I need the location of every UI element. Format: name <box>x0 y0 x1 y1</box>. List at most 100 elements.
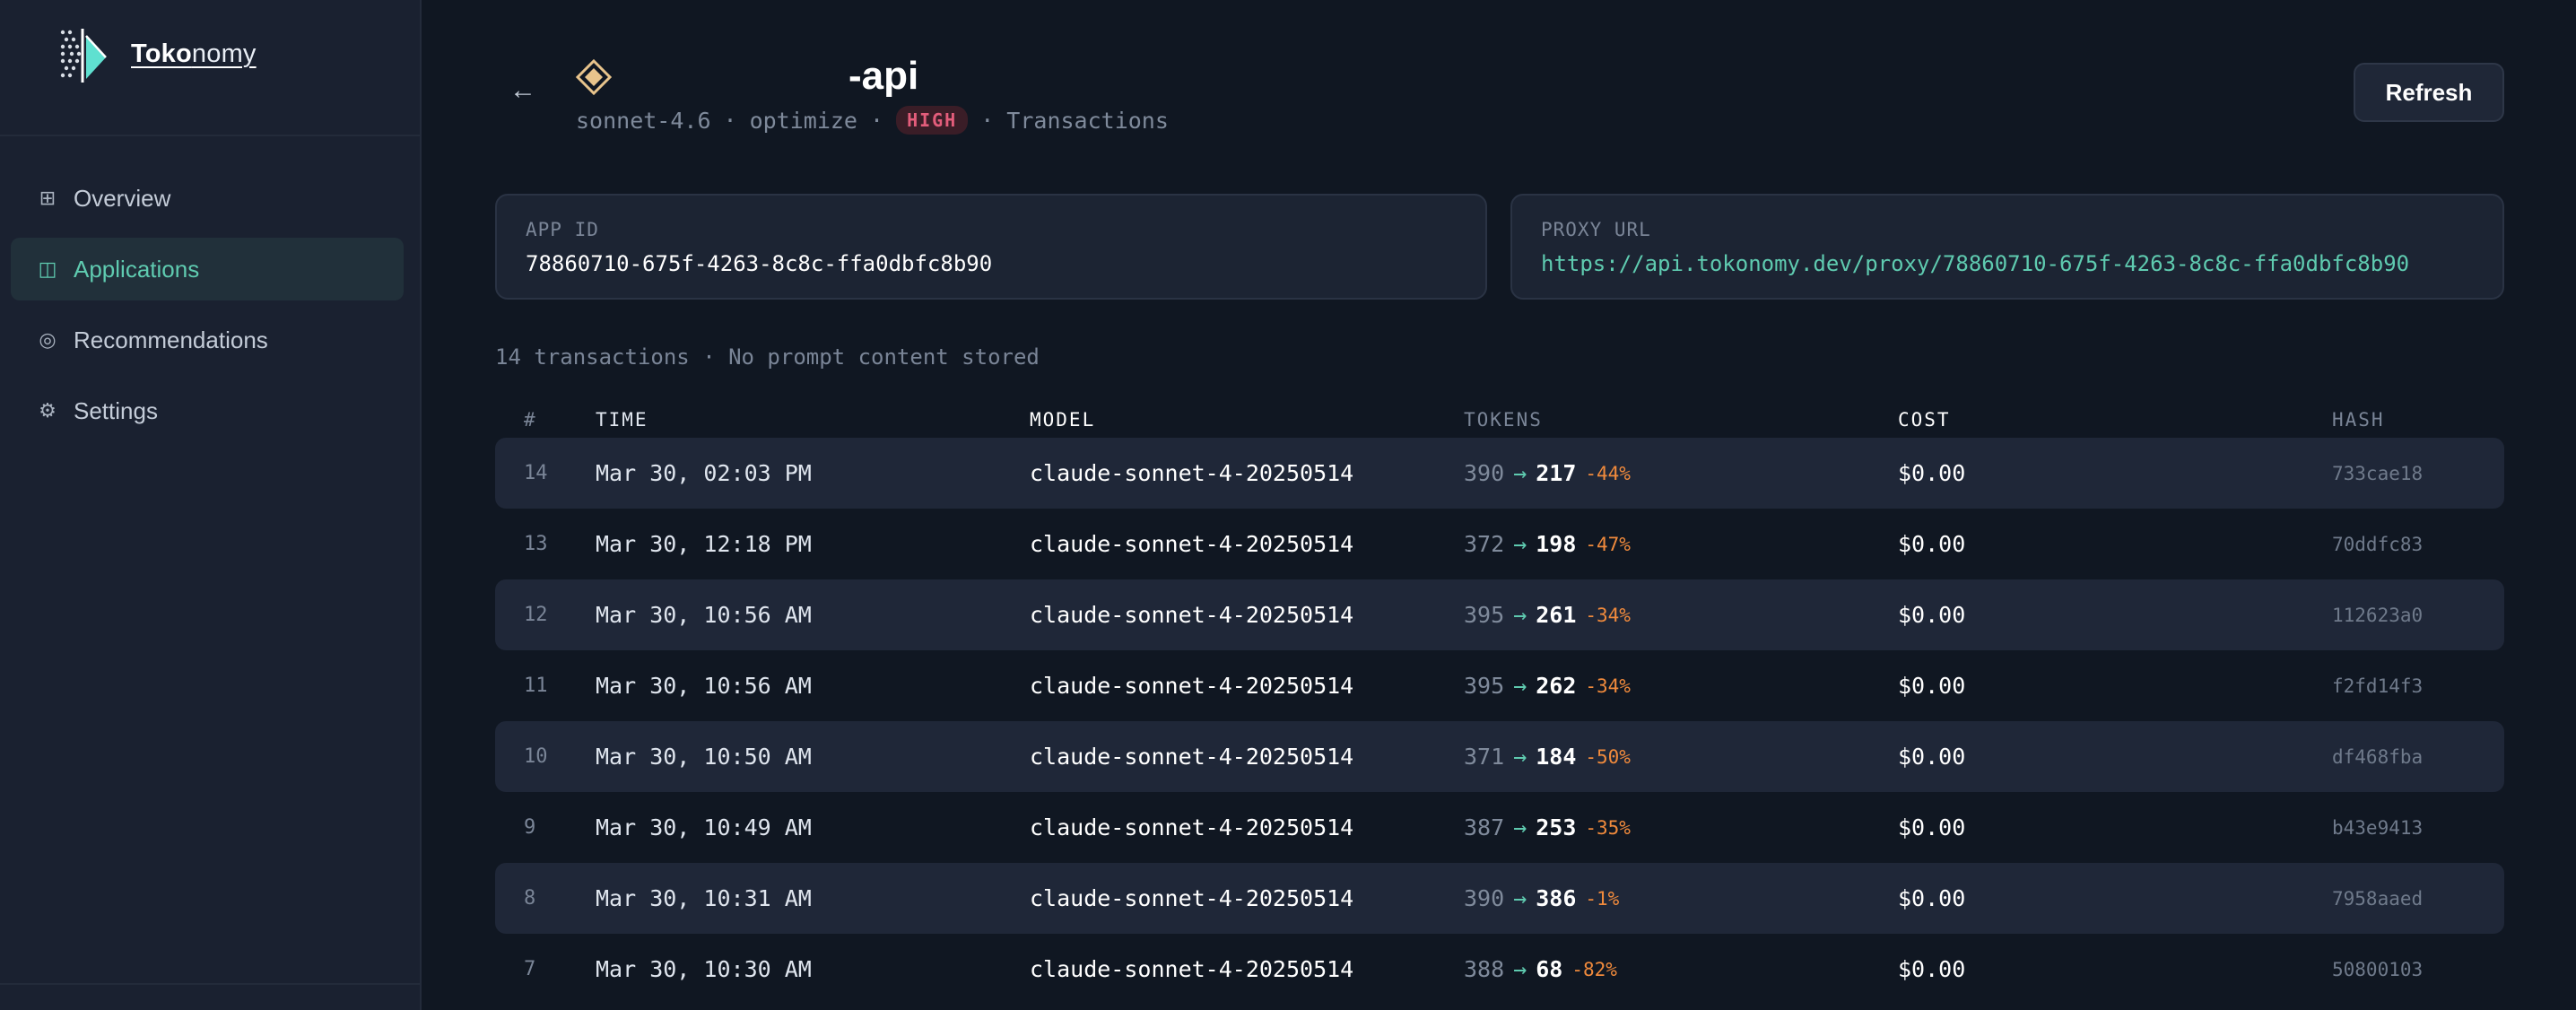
tokens-in: 390 <box>1464 460 1505 486</box>
sidebar-nav: ⊞ Overview ◫ Applications ◎ Recommendati… <box>11 167 404 450</box>
row-tokens: 371 → 184 -50% <box>1464 744 1898 770</box>
table-row[interactable]: 9 Mar 30, 10:49 AM claude-sonnet-4-2025051… <box>495 792 2504 863</box>
tokens-out: 184 <box>1536 744 1577 770</box>
column-header-hash: HASH <box>2332 409 2385 431</box>
row-hash: 50800103 <box>2332 958 2424 980</box>
row-hash: 70ddfc83 <box>2332 533 2424 555</box>
row-tokens: 395 → 262 -34% <box>1464 673 1898 699</box>
arrow-right-icon: → <box>1513 885 1527 911</box>
row-model: claude-sonnet-4-20250514 <box>1030 673 1354 699</box>
row-model: claude-sonnet-4-20250514 <box>1030 460 1354 486</box>
sidebar-item-label: Overview <box>74 184 171 212</box>
row-time: Mar 30, 10:49 AM <box>596 814 812 840</box>
sidebar-item-label: Applications <box>74 255 200 283</box>
tokens-savings: -82% <box>1571 958 1617 980</box>
tokens-out: 253 <box>1536 814 1577 840</box>
row-tokens: 372 → 198 -47% <box>1464 531 1898 557</box>
tokens-in: 395 <box>1464 673 1505 699</box>
row-cost: $0.00 <box>1898 814 1966 840</box>
table-row[interactable]: 11 Mar 30, 10:56 AM claude-sonnet-4-202505… <box>495 650 2504 721</box>
sidebar-item-recommendations[interactable]: ◎ Recommendations <box>11 309 404 371</box>
row-number: 14 <box>524 462 548 484</box>
row-cost: $0.00 <box>1898 956 1966 982</box>
logo-area: Tokonomy <box>0 0 420 136</box>
main-content: ← -api sonnet-4.6 · optimize · HIGH · Tr… <box>422 0 2576 1010</box>
row-number: 13 <box>524 533 548 555</box>
column-header-cost: COST <box>1898 409 1951 431</box>
row-time: Mar 30, 02:03 PM <box>596 460 812 486</box>
sidebar-footer <box>0 983 422 1010</box>
logo-text[interactable]: Tokonomy <box>131 39 257 69</box>
arrow-right-icon: → <box>1513 956 1527 982</box>
app-id-value[interactable]: 78860710-675f-4263-8c8c-ffa0dbfc8b90 <box>526 251 1457 276</box>
row-cost: $0.00 <box>1898 602 1966 628</box>
row-time: Mar 30, 10:31 AM <box>596 885 812 911</box>
row-number: 8 <box>524 887 536 910</box>
row-tokens: 390 → 386 -1% <box>1464 885 1898 911</box>
row-cost: $0.00 <box>1898 673 1966 699</box>
applications-icon: ◫ <box>38 257 57 280</box>
column-header-number: # <box>524 409 537 431</box>
back-button[interactable]: ← <box>509 75 536 106</box>
tokens-in: 390 <box>1464 885 1505 911</box>
row-model: claude-sonnet-4-20250514 <box>1030 531 1354 557</box>
tokens-savings: -1% <box>1585 887 1620 910</box>
table-header: # TIME MODEL TOKENS COST HASH <box>495 402 2504 438</box>
column-header-tokens: TOKENS <box>1464 409 1543 431</box>
arrow-right-icon: → <box>1513 460 1527 486</box>
row-number: 7 <box>524 958 536 980</box>
table-row[interactable]: 13 Mar 30, 12:18 PM claude-sonnet-4-202505… <box>495 509 2504 579</box>
tokens-savings: -34% <box>1585 604 1631 626</box>
arrow-right-icon: → <box>1513 531 1527 557</box>
row-tokens: 390 → 217 -44% <box>1464 460 1898 486</box>
arrow-right-icon: → <box>1513 744 1527 770</box>
sidebar-item-settings[interactable]: ⚙ Settings <box>11 379 404 442</box>
row-hash: f2fd14f3 <box>2332 675 2424 697</box>
table-row[interactable]: 14 Mar 30, 02:03 PM claude-sonnet-4-202505… <box>495 438 2504 509</box>
tokens-savings: -35% <box>1585 816 1631 839</box>
row-time: Mar 30, 10:30 AM <box>596 956 812 982</box>
gear-icon: ⚙ <box>39 399 57 422</box>
table-row[interactable]: 8 Mar 30, 10:31 AM claude-sonnet-4-2025051… <box>495 863 2504 934</box>
tokens-in: 387 <box>1464 814 1505 840</box>
tokens-savings: -50% <box>1585 745 1631 768</box>
tokens-out: 217 <box>1536 460 1577 486</box>
row-tokens: 395 → 261 -34% <box>1464 602 1898 628</box>
table-row[interactable]: 10 Mar 30, 10:50 AM claude-sonnet-4-202505… <box>495 721 2504 792</box>
row-tokens: 388 → 68 -82% <box>1464 956 1898 982</box>
sidebar-item-label: Settings <box>74 396 158 424</box>
grid-icon: ⊞ <box>39 187 57 209</box>
proxy-url-label: PROXY URL <box>1541 219 1651 240</box>
row-number: 10 <box>524 745 548 768</box>
refresh-button[interactable]: Refresh <box>2354 63 2504 122</box>
table-row[interactable]: 12 Mar 30, 10:56 AM claude-sonnet-4-202505… <box>495 579 2504 650</box>
table-row[interactable]: 7 Mar 30, 10:30 AM claude-sonnet-4-2025051… <box>495 934 2504 1005</box>
row-cost: $0.00 <box>1898 531 1966 557</box>
page-title: -api <box>849 54 919 98</box>
row-hash: df468fba <box>2332 745 2424 768</box>
tokens-out: 386 <box>1536 885 1577 911</box>
column-header-model: MODEL <box>1030 409 1096 431</box>
proxy-url-link[interactable]: https://api.tokonomy.dev/proxy/78860710-… <box>1541 251 2474 276</box>
sidebar: Tokonomy ⊞ Overview ◫ Applications ◎ Rec… <box>0 0 422 1010</box>
arrow-right-icon: → <box>1513 602 1527 628</box>
row-time: Mar 30, 10:56 AM <box>596 673 812 699</box>
sidebar-item-applications[interactable]: ◫ Applications <box>11 238 404 300</box>
row-cost: $0.00 <box>1898 460 1966 486</box>
separator: · <box>980 107 995 134</box>
row-time: Mar 30, 10:56 AM <box>596 602 812 628</box>
row-hash: 112623a0 <box>2332 604 2424 626</box>
target-icon: ◎ <box>39 328 57 351</box>
proxy-url-card: PROXY URL https://api.tokonomy.dev/proxy… <box>1510 194 2504 300</box>
separator: · <box>723 107 737 134</box>
tokens-out: 198 <box>1536 531 1577 557</box>
diamond-icon <box>576 59 612 95</box>
logo-text-light: nomy <box>191 39 257 68</box>
row-hash: 7958aaed <box>2332 887 2424 910</box>
logo-text-bold: Toko <box>131 39 192 68</box>
section-name: Transactions <box>1006 107 1169 134</box>
row-hash: 733cae18 <box>2332 462 2424 484</box>
separator: · <box>870 107 884 134</box>
sidebar-item-overview[interactable]: ⊞ Overview <box>11 167 404 230</box>
tokens-in: 395 <box>1464 602 1505 628</box>
